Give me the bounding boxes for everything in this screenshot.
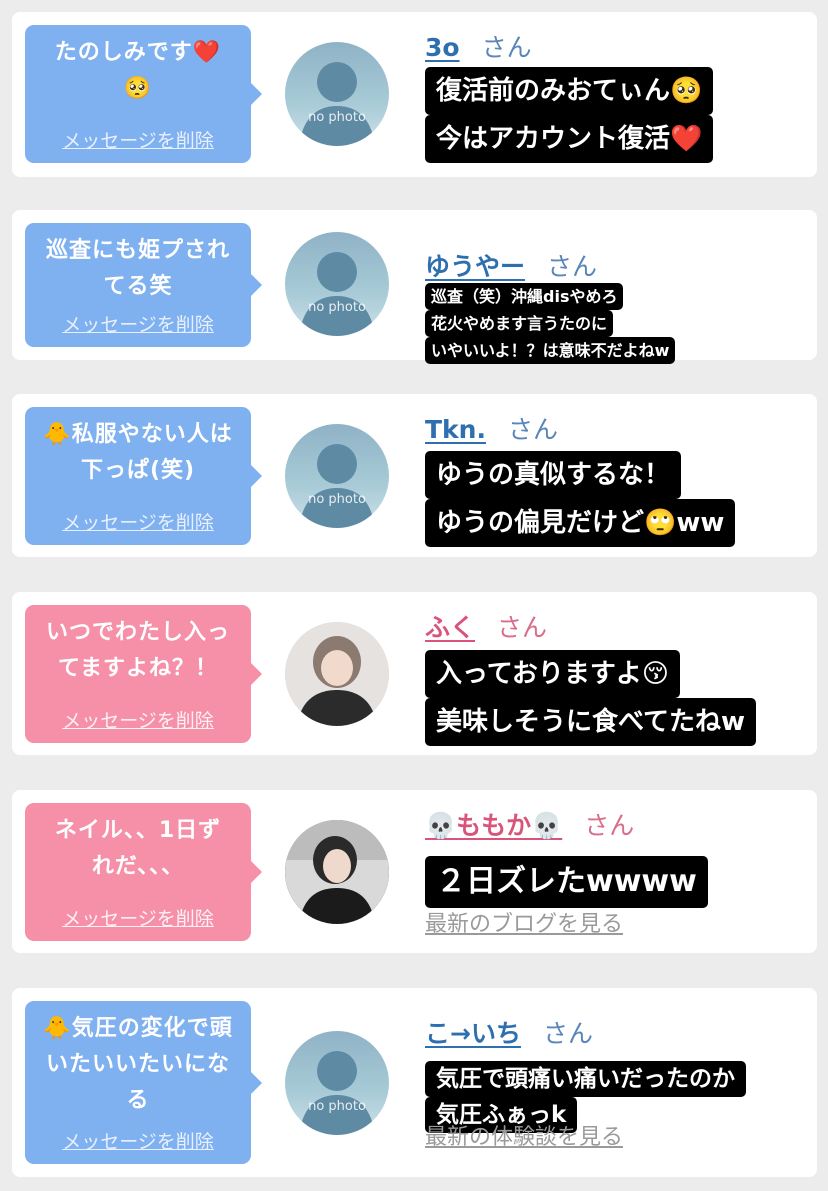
message-line: 🥺 xyxy=(123,76,153,101)
message-card: たのしみです❤️ 🥺 メッセージを削除 no photo 3o さん 復活前のみおて… xyxy=(12,12,817,177)
caption-line: 巡査（笑）沖縄disやめろ xyxy=(425,283,624,310)
profile-photo xyxy=(285,820,389,924)
message-card: 🐥私服やない人は 下っぱ(笑) メッセージを削除 no photo Tkn. さん … xyxy=(12,394,817,557)
message-bubble: いつでわたし入っ てますよね？！ メッセージを削除 xyxy=(25,605,262,743)
message-line: てますよね？！ xyxy=(58,656,218,681)
delete-message-link[interactable]: メッセージを削除 xyxy=(25,310,251,337)
caption-line: 気圧で頭痛い痛いだったのか xyxy=(425,1061,746,1097)
honorific: さん xyxy=(547,252,598,281)
message-line: 下っぱ(笑) xyxy=(80,458,196,483)
caption-line: いやいいよ！？は意味不だよねw xyxy=(425,337,676,364)
message-line: たのしみです❤️ xyxy=(54,40,222,65)
message-card: 🐥気圧の変化で頭 いたいいたいになる メッセージを削除 no photo こ→いち… xyxy=(12,988,817,1177)
silhouette-icon xyxy=(299,1051,375,1135)
message-line: いたいいたいにな xyxy=(45,1052,230,1077)
message-card: 巡査にも姫プされ てる笑 メッセージを削除 no photo ゆうやー さん 巡査（… xyxy=(12,210,817,364)
avatar-no-photo[interactable]: no photo xyxy=(285,424,389,528)
latest-blog-link[interactable]: 最新のブログを見る xyxy=(425,906,623,938)
message-card: いつでわたし入っ てますよね？！ メッセージを削除 ふく さん 入っておりますよ😚 … xyxy=(12,592,817,755)
honorific: さん xyxy=(584,811,635,840)
message-card: ネイル、、1日ず れだ、、、 メッセージを削除 💀ももか💀 さん ２日ズレたwwww… xyxy=(12,790,817,953)
message-line: 巡査にも姫プされ xyxy=(45,238,230,263)
message-line: る xyxy=(126,1088,150,1113)
caption-overlay: 入っておりますよ😚 美味しそうに食べてたねw xyxy=(425,650,756,746)
cast-name-link[interactable]: Tkn. xyxy=(425,415,486,444)
message-line: 🐥気圧の変化で頭 xyxy=(43,1016,233,1041)
no-photo-label: no photo xyxy=(308,492,366,507)
message-bubble: ネイル、、1日ず れだ、、、 メッセージを削除 xyxy=(25,803,262,941)
message-text: 巡査にも姫プされ てる笑 xyxy=(33,233,243,305)
caption-overlay: ２日ズレたwwww xyxy=(425,856,708,908)
cast-name-link[interactable]: 💀ももか💀 xyxy=(425,811,562,840)
cast-name-link[interactable]: こ→いち xyxy=(425,1019,521,1048)
no-photo-label: no photo xyxy=(308,1099,366,1114)
message-line: てる笑 xyxy=(103,274,173,299)
message-bubble: 巡査にも姫プされ てる笑 メッセージを削除 xyxy=(25,223,262,347)
cast-name-link[interactable]: ゆうやー xyxy=(425,252,525,281)
honorific: さん xyxy=(481,33,532,62)
message-text: いつでわたし入っ てますよね？！ xyxy=(33,615,243,687)
message-bubble: 🐥気圧の変化で頭 いたいいたいになる メッセージを削除 xyxy=(25,1001,262,1164)
profile-photo xyxy=(285,622,389,726)
delete-message-link[interactable]: メッセージを削除 xyxy=(25,508,251,535)
honorific: さん xyxy=(507,415,558,444)
avatar-photo[interactable] xyxy=(285,622,389,726)
delete-message-link[interactable]: メッセージを削除 xyxy=(25,706,251,733)
caption-line: ２日ズレたwwww xyxy=(425,856,708,908)
message-text: 🐥私服やない人は 下っぱ(笑) xyxy=(33,417,243,489)
message-bubble: 🐥私服やない人は 下っぱ(笑) メッセージを削除 xyxy=(25,407,262,545)
message-line: れだ、、、 xyxy=(91,854,185,879)
honorific: さん xyxy=(497,613,548,642)
caption-line: 入っておりますよ😚 xyxy=(425,650,681,698)
caption-overlay: 巡査（笑）沖縄disやめろ 花火やめます言うたのに いやいいよ！？は意味不だよね… xyxy=(425,283,676,364)
avatar-no-photo[interactable]: no photo xyxy=(285,42,389,146)
caption-line: ゆうの真似するな！ xyxy=(425,451,682,499)
caption-line: 美味しそうに食べてたねw xyxy=(425,698,756,746)
message-line: ネイル、、1日ず xyxy=(54,818,222,843)
message-bubble: たのしみです❤️ 🥺 メッセージを削除 xyxy=(25,25,262,163)
message-text: たのしみです❤️ 🥺 xyxy=(33,35,243,107)
caption-line: 復活前のみおてぃん🥺 xyxy=(425,67,714,115)
latest-experience-link[interactable]: 最新の体験談を見る xyxy=(425,1119,623,1151)
message-text: 🐥気圧の変化で頭 いたいいたいになる xyxy=(33,1011,243,1119)
message-line: 🐥私服やない人は xyxy=(43,422,233,447)
no-photo-label: no photo xyxy=(308,300,366,315)
caption-line: ゆうの偏見だけど🙄ww xyxy=(425,499,736,547)
message-line: いつでわたし入っ xyxy=(45,620,230,645)
cast-name-link[interactable]: ふく xyxy=(425,613,475,642)
caption-overlay: 復活前のみおてぃん🥺 今はアカウント復活❤️ xyxy=(425,67,714,163)
avatar-no-photo[interactable]: no photo xyxy=(285,1031,389,1135)
no-photo-label: no photo xyxy=(308,110,366,125)
silhouette-icon xyxy=(299,252,375,336)
silhouette-icon xyxy=(299,444,375,528)
delete-message-link[interactable]: メッセージを削除 xyxy=(25,904,251,931)
cast-name-link[interactable]: 3o xyxy=(425,33,460,62)
delete-message-link[interactable]: メッセージを削除 xyxy=(25,126,251,153)
caption-line: 今はアカウント復活❤️ xyxy=(425,115,714,163)
delete-message-link[interactable]: メッセージを削除 xyxy=(25,1127,251,1154)
caption-line: 花火やめます言うたのに xyxy=(425,310,614,337)
honorific: さん xyxy=(542,1019,593,1048)
message-text: ネイル、、1日ず れだ、、、 xyxy=(33,813,243,885)
avatar-photo[interactable] xyxy=(285,820,389,924)
caption-overlay: ゆうの真似するな！ ゆうの偏見だけど🙄ww xyxy=(425,451,736,547)
silhouette-icon xyxy=(299,62,375,146)
avatar-no-photo[interactable]: no photo xyxy=(285,232,389,336)
